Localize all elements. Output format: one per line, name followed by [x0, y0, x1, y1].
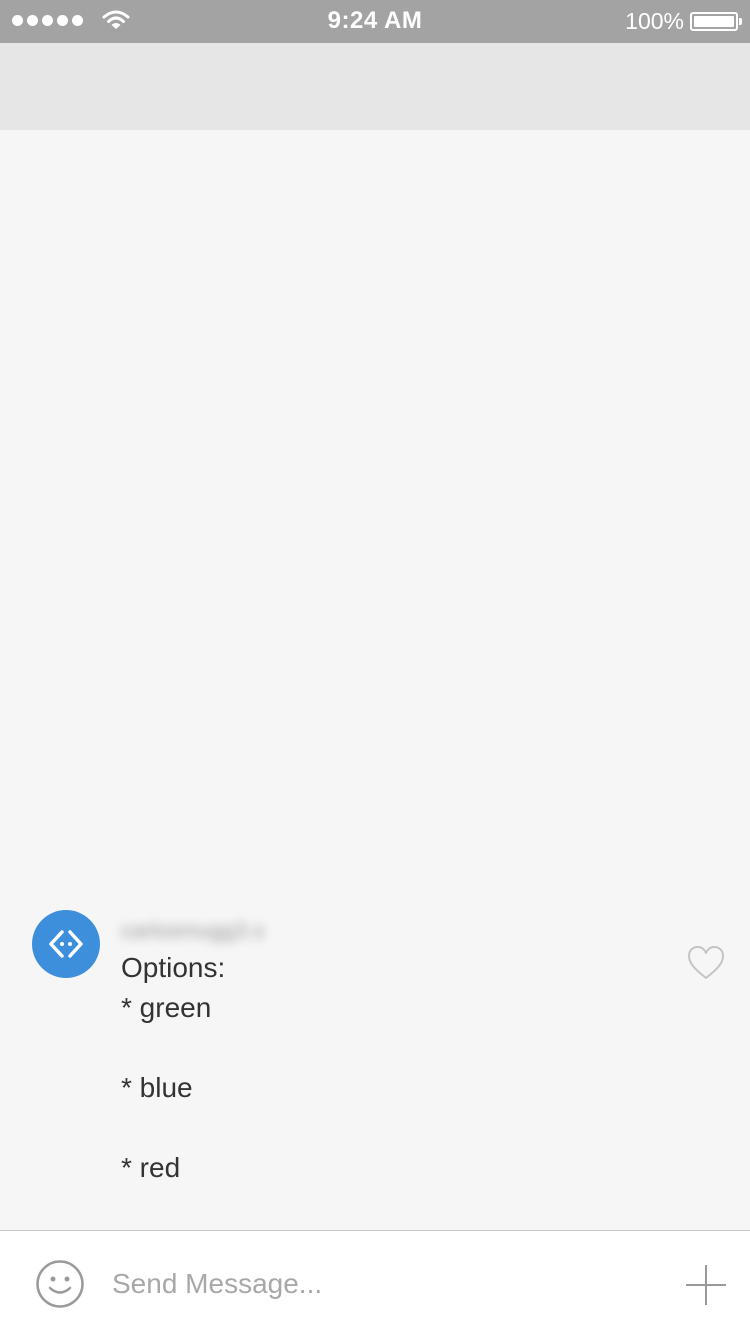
- heart-icon[interactable]: [686, 944, 726, 982]
- battery-icon: [690, 12, 742, 31]
- avatar[interactable]: [32, 910, 100, 978]
- battery-percent: 100%: [625, 8, 684, 34]
- smiley-icon[interactable]: [35, 1259, 85, 1309]
- message-input[interactable]: [112, 1261, 652, 1307]
- message-composer: [0, 1230, 750, 1334]
- nav-bar: [0, 43, 750, 130]
- message-text: Options: * green * blue * red: [121, 952, 226, 1183]
- code-brackets-icon: [49, 930, 83, 958]
- plus-icon[interactable]: [684, 1263, 728, 1307]
- status-bar: 9:24 AM 100%: [0, 0, 750, 43]
- sender-name[interactable]: carlosmugg3.s: [121, 918, 264, 944]
